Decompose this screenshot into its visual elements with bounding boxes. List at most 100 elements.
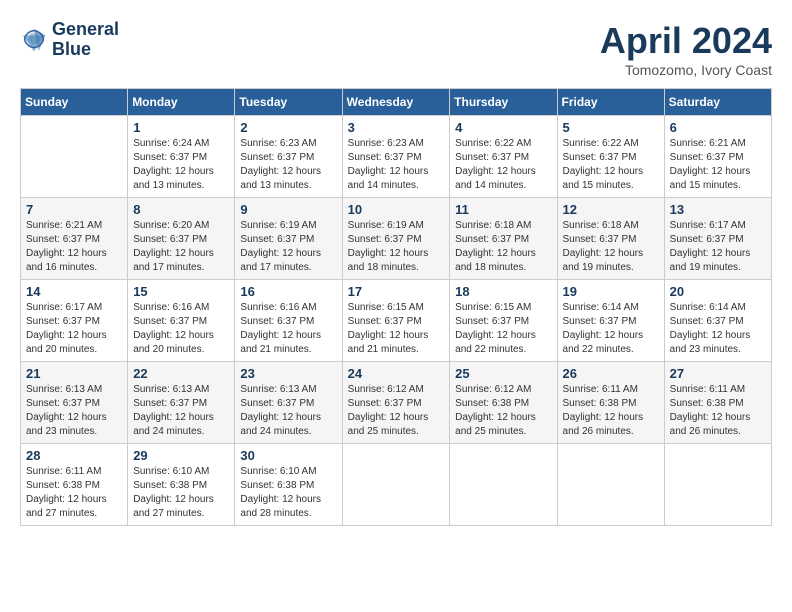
calendar-cell bbox=[342, 444, 450, 526]
logo: General Blue bbox=[20, 20, 119, 60]
day-info: Sunrise: 6:15 AMSunset: 6:37 PMDaylight:… bbox=[455, 301, 551, 357]
calendar-cell bbox=[664, 444, 771, 526]
calendar-cell: 16Sunrise: 6:16 AMSunset: 6:37 PMDayligh… bbox=[235, 280, 342, 362]
logo-line1: General bbox=[52, 20, 119, 40]
day-number: 19 bbox=[563, 284, 659, 299]
day-number: 21 bbox=[26, 366, 122, 381]
calendar-cell bbox=[450, 444, 557, 526]
day-number: 24 bbox=[348, 366, 445, 381]
day-info: Sunrise: 6:10 AMSunset: 6:38 PMDaylight:… bbox=[133, 465, 229, 521]
calendar-header-tuesday: Tuesday bbox=[235, 89, 342, 116]
day-info: Sunrise: 6:13 AMSunset: 6:37 PMDaylight:… bbox=[26, 383, 122, 439]
title-block: April 2024 Tomozomo, Ivory Coast bbox=[600, 20, 772, 78]
day-number: 9 bbox=[240, 202, 336, 217]
day-info: Sunrise: 6:13 AMSunset: 6:37 PMDaylight:… bbox=[240, 383, 336, 439]
day-number: 2 bbox=[240, 120, 336, 135]
calendar-cell: 25Sunrise: 6:12 AMSunset: 6:38 PMDayligh… bbox=[450, 362, 557, 444]
day-info: Sunrise: 6:11 AMSunset: 6:38 PMDaylight:… bbox=[26, 465, 122, 521]
day-info: Sunrise: 6:13 AMSunset: 6:37 PMDaylight:… bbox=[133, 383, 229, 439]
calendar-header-sunday: Sunday bbox=[21, 89, 128, 116]
calendar-cell: 24Sunrise: 6:12 AMSunset: 6:37 PMDayligh… bbox=[342, 362, 450, 444]
calendar-cell: 3 Sunrise: 6:23 AMSunset: 6:37 PMDaylight… bbox=[342, 116, 450, 198]
day-number: 7 bbox=[26, 202, 122, 217]
day-number: 11 bbox=[455, 202, 551, 217]
day-number: 27 bbox=[670, 366, 766, 381]
day-info: Sunrise: 6:21 AMSunset: 6:37 PMDaylight:… bbox=[26, 219, 122, 275]
day-info: Sunrise: 6:16 AMSunset: 6:37 PMDaylight:… bbox=[133, 301, 229, 357]
day-number: 1 bbox=[133, 120, 229, 135]
calendar-header-saturday: Saturday bbox=[664, 89, 771, 116]
calendar-cell: 18 Sunrise: 6:15 AMSunset: 6:37 PMDayligh… bbox=[450, 280, 557, 362]
calendar-cell: 4 Sunrise: 6:22 AMSunset: 6:37 PMDaylight… bbox=[450, 116, 557, 198]
day-number: 10 bbox=[348, 202, 445, 217]
day-number: 16 bbox=[240, 284, 336, 299]
calendar-cell: 5 Sunrise: 6:22 AMSunset: 6:37 PMDaylight… bbox=[557, 116, 664, 198]
day-number: 23 bbox=[240, 366, 336, 381]
calendar-cell: 23 Sunrise: 6:13 AMSunset: 6:37 PMDayligh… bbox=[235, 362, 342, 444]
day-info: Sunrise: 6:14 AMSunset: 6:37 PMDaylight:… bbox=[563, 301, 659, 357]
day-number: 8 bbox=[133, 202, 229, 217]
day-info: Sunrise: 6:15 AMSunset: 6:37 PMDaylight:… bbox=[348, 301, 445, 357]
day-number: 14 bbox=[26, 284, 122, 299]
calendar-cell: 9 Sunrise: 6:19 AMSunset: 6:37 PMDaylight… bbox=[235, 198, 342, 280]
day-number: 26 bbox=[563, 366, 659, 381]
day-number: 28 bbox=[26, 448, 122, 463]
calendar-cell: 13Sunrise: 6:17 AMSunset: 6:37 PMDayligh… bbox=[664, 198, 771, 280]
calendar-cell: 8 Sunrise: 6:20 AMSunset: 6:37 PMDaylight… bbox=[128, 198, 235, 280]
location: Tomozomo, Ivory Coast bbox=[600, 62, 772, 78]
day-info: Sunrise: 6:14 AMSunset: 6:37 PMDaylight:… bbox=[670, 301, 766, 357]
day-info: Sunrise: 6:11 AMSunset: 6:38 PMDaylight:… bbox=[670, 383, 766, 439]
calendar-cell: 10 Sunrise: 6:19 AMSunset: 6:37 PMDayligh… bbox=[342, 198, 450, 280]
calendar-week-3: 14Sunrise: 6:17 AMSunset: 6:37 PMDayligh… bbox=[21, 280, 772, 362]
calendar-week-4: 21 Sunrise: 6:13 AMSunset: 6:37 PMDayligh… bbox=[21, 362, 772, 444]
day-number: 4 bbox=[455, 120, 551, 135]
calendar-week-2: 7 Sunrise: 6:21 AMSunset: 6:37 PMDaylight… bbox=[21, 198, 772, 280]
calendar-cell bbox=[557, 444, 664, 526]
day-info: Sunrise: 6:21 AMSunset: 6:37 PMDaylight:… bbox=[670, 137, 766, 193]
day-info: Sunrise: 6:18 AMSunset: 6:37 PMDaylight:… bbox=[455, 219, 551, 275]
calendar-cell: 20 Sunrise: 6:14 AMSunset: 6:37 PMDayligh… bbox=[664, 280, 771, 362]
calendar-header-thursday: Thursday bbox=[450, 89, 557, 116]
day-number: 5 bbox=[563, 120, 659, 135]
calendar-header-monday: Monday bbox=[128, 89, 235, 116]
calendar-cell: 17 Sunrise: 6:15 AMSunset: 6:37 PMDayligh… bbox=[342, 280, 450, 362]
calendar-cell: 1Sunrise: 6:24 AMSunset: 6:37 PMDaylight… bbox=[128, 116, 235, 198]
day-number: 17 bbox=[348, 284, 445, 299]
calendar-header-friday: Friday bbox=[557, 89, 664, 116]
logo-line2: Blue bbox=[52, 40, 119, 60]
calendar-week-5: 28 Sunrise: 6:11 AMSunset: 6:38 PMDayligh… bbox=[21, 444, 772, 526]
day-number: 12 bbox=[563, 202, 659, 217]
calendar-cell: 19 Sunrise: 6:14 AMSunset: 6:37 PMDayligh… bbox=[557, 280, 664, 362]
day-number: 30 bbox=[240, 448, 336, 463]
calendar-cell: 29 Sunrise: 6:10 AMSunset: 6:38 PMDayligh… bbox=[128, 444, 235, 526]
logo-icon bbox=[20, 26, 48, 54]
day-info: Sunrise: 6:12 AMSunset: 6:38 PMDaylight:… bbox=[455, 383, 551, 439]
calendar-cell: 15 Sunrise: 6:16 AMSunset: 6:37 PMDayligh… bbox=[128, 280, 235, 362]
calendar-cell: 6 Sunrise: 6:21 AMSunset: 6:37 PMDaylight… bbox=[664, 116, 771, 198]
day-number: 15 bbox=[133, 284, 229, 299]
day-number: 20 bbox=[670, 284, 766, 299]
calendar-header-row: SundayMondayTuesdayWednesdayThursdayFrid… bbox=[21, 89, 772, 116]
day-info: Sunrise: 6:11 AMSunset: 6:38 PMDaylight:… bbox=[563, 383, 659, 439]
day-info: Sunrise: 6:19 AMSunset: 6:37 PMDaylight:… bbox=[240, 219, 336, 275]
day-number: 6 bbox=[670, 120, 766, 135]
calendar-cell bbox=[21, 116, 128, 198]
calendar-header-wednesday: Wednesday bbox=[342, 89, 450, 116]
calendar-cell: 21 Sunrise: 6:13 AMSunset: 6:37 PMDayligh… bbox=[21, 362, 128, 444]
day-info: Sunrise: 6:22 AMSunset: 6:37 PMDaylight:… bbox=[455, 137, 551, 193]
day-info: Sunrise: 6:23 AMSunset: 6:37 PMDaylight:… bbox=[348, 137, 445, 193]
day-info: Sunrise: 6:10 AMSunset: 6:38 PMDaylight:… bbox=[240, 465, 336, 521]
calendar-cell: 28 Sunrise: 6:11 AMSunset: 6:38 PMDayligh… bbox=[21, 444, 128, 526]
day-info: Sunrise: 6:20 AMSunset: 6:37 PMDaylight:… bbox=[133, 219, 229, 275]
calendar-table: SundayMondayTuesdayWednesdayThursdayFrid… bbox=[20, 88, 772, 526]
day-number: 29 bbox=[133, 448, 229, 463]
month-title: April 2024 bbox=[600, 20, 772, 62]
calendar-cell: 12Sunrise: 6:18 AMSunset: 6:37 PMDayligh… bbox=[557, 198, 664, 280]
day-number: 3 bbox=[348, 120, 445, 135]
day-info: Sunrise: 6:22 AMSunset: 6:37 PMDaylight:… bbox=[563, 137, 659, 193]
day-number: 18 bbox=[455, 284, 551, 299]
day-info: Sunrise: 6:23 AMSunset: 6:37 PMDaylight:… bbox=[240, 137, 336, 193]
calendar-cell: 2 Sunrise: 6:23 AMSunset: 6:37 PMDaylight… bbox=[235, 116, 342, 198]
day-number: 13 bbox=[670, 202, 766, 217]
day-info: Sunrise: 6:19 AMSunset: 6:37 PMDaylight:… bbox=[348, 219, 445, 275]
